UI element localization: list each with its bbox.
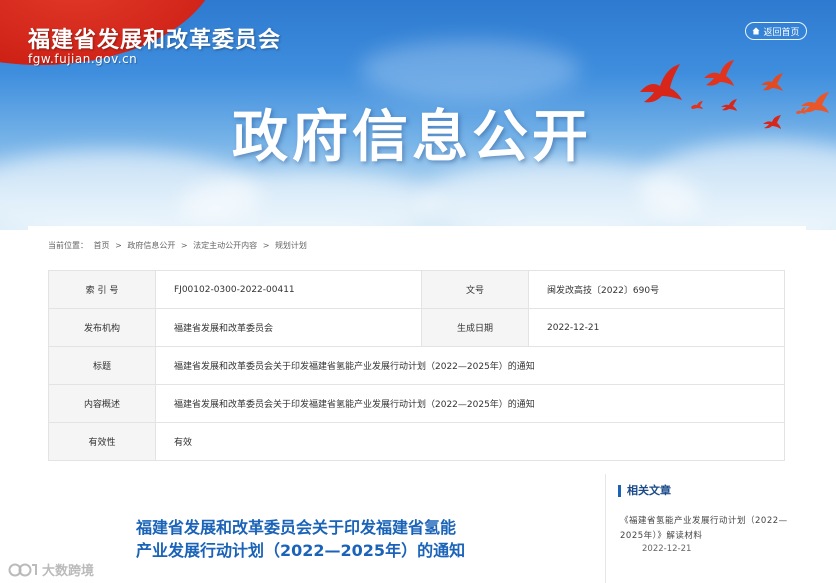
return-home-label: 返回首页 (763, 27, 800, 38)
breadcrumb-separator: > (262, 241, 270, 250)
bird-icon (796, 107, 806, 114)
related-divider (605, 474, 606, 583)
bird-icon (691, 101, 703, 109)
article-title-line: 产业发展行动计划（2022—2025年）的通知 (136, 541, 466, 560)
header-banner: 福建省发展和改革委员会 fgw.fujian.gov.cn 返回首页 政府信息公… (0, 0, 836, 230)
title-label: 标题 (48, 346, 156, 385)
summary-label: 内容概述 (48, 384, 156, 423)
watermark: 大数跨境 (8, 560, 94, 579)
index-number-label: 索 引 号 (48, 270, 156, 309)
breadcrumb-link-home[interactable]: 首页 (94, 241, 110, 250)
table-row: 内容概述 福建省发展和改革委员会关于印发福建省氢能产业发展行动计划（2022—2… (48, 384, 785, 423)
validity-value: 有效 (155, 422, 785, 461)
index-number-value: FJ00102-0300-2022-00411 (155, 270, 422, 309)
breadcrumb: 当前位置： 首页 > 政府信息公开 > 法定主动公开内容 > 规划计划 (48, 240, 310, 251)
document-number-label: 文号 (421, 270, 529, 309)
cloud-decoration (180, 170, 440, 230)
bird-icon (721, 99, 737, 111)
table-row: 发布机构 福建省发展和改革委员会 生成日期 2022-12-21 (48, 308, 785, 347)
banner-title: 政府信息公开 (232, 105, 592, 170)
publisher-label: 发布机构 (48, 308, 156, 347)
home-icon (752, 27, 760, 35)
related-article-link[interactable]: 《福建省氢能产业发展行动计划（2022—2025年）》解读材料 (620, 514, 788, 544)
breadcrumb-separator: > (115, 241, 122, 250)
watermark-text: 大数跨境 (42, 564, 95, 579)
bird-icon (704, 60, 734, 86)
bird-icon (763, 115, 781, 129)
title-value: 福建省发展和改革委员会关于印发福建省氢能产业发展行动计划（2022—2025年）… (155, 346, 785, 385)
table-row: 标题 福建省发展和改革委员会关于印发福建省氢能产业发展行动计划（2022—202… (48, 346, 785, 385)
bird-icon (640, 64, 682, 103)
breadcrumb-link-planning[interactable]: 规划计划 (275, 241, 307, 250)
site-domain: fgw.fujian.gov.cn (28, 52, 138, 66)
cloud-decoration (360, 40, 580, 100)
bird-icon (761, 73, 783, 91)
table-row: 有效性 有效 (48, 422, 785, 461)
related-articles-heading: 相关文章 (618, 485, 671, 497)
summary-value: 福建省发展和改革委员会关于印发福建省氢能产业发展行动计划（2022—2025年）… (155, 384, 785, 423)
document-info-table: 索 引 号 FJ00102-0300-2022-00411 文号 闽发改高技〔2… (48, 270, 785, 461)
return-home-button[interactable]: 返回首页 (745, 22, 807, 40)
validity-label: 有效性 (48, 422, 156, 461)
breadcrumb-link-statutory[interactable]: 法定主动公开内容 (193, 241, 257, 250)
document-number-value: 闽发改高技〔2022〕690号 (528, 270, 785, 309)
table-row: 索 引 号 FJ00102-0300-2022-00411 文号 闽发改高技〔2… (48, 270, 785, 309)
date-label: 生成日期 (421, 308, 529, 347)
breadcrumb-link-gov-info[interactable]: 政府信息公开 (127, 241, 175, 250)
publisher-value: 福建省发展和改革委员会 (155, 308, 422, 347)
article-title-line: 福建省发展和改革委员会关于印发福建省氢能 (136, 518, 457, 537)
date-value: 2022-12-21 (528, 308, 785, 347)
cloud-decoration (640, 140, 836, 230)
breadcrumb-prefix: 当前位置： (48, 241, 88, 250)
content-panel: 当前位置： 首页 > 政府信息公开 > 法定主动公开内容 > 规划计划 索 引 … (28, 226, 806, 583)
breadcrumb-separator: > (180, 241, 188, 250)
related-article-date: 2022-12-21 (642, 544, 692, 554)
site-name[interactable]: 福建省发展和改革委员会 (28, 22, 281, 54)
watermark-logo-icon (8, 563, 37, 576)
article-title: 福建省发展和改革委员会关于印发福建省氢能 产业发展行动计划（2022—2025年… (136, 516, 536, 562)
